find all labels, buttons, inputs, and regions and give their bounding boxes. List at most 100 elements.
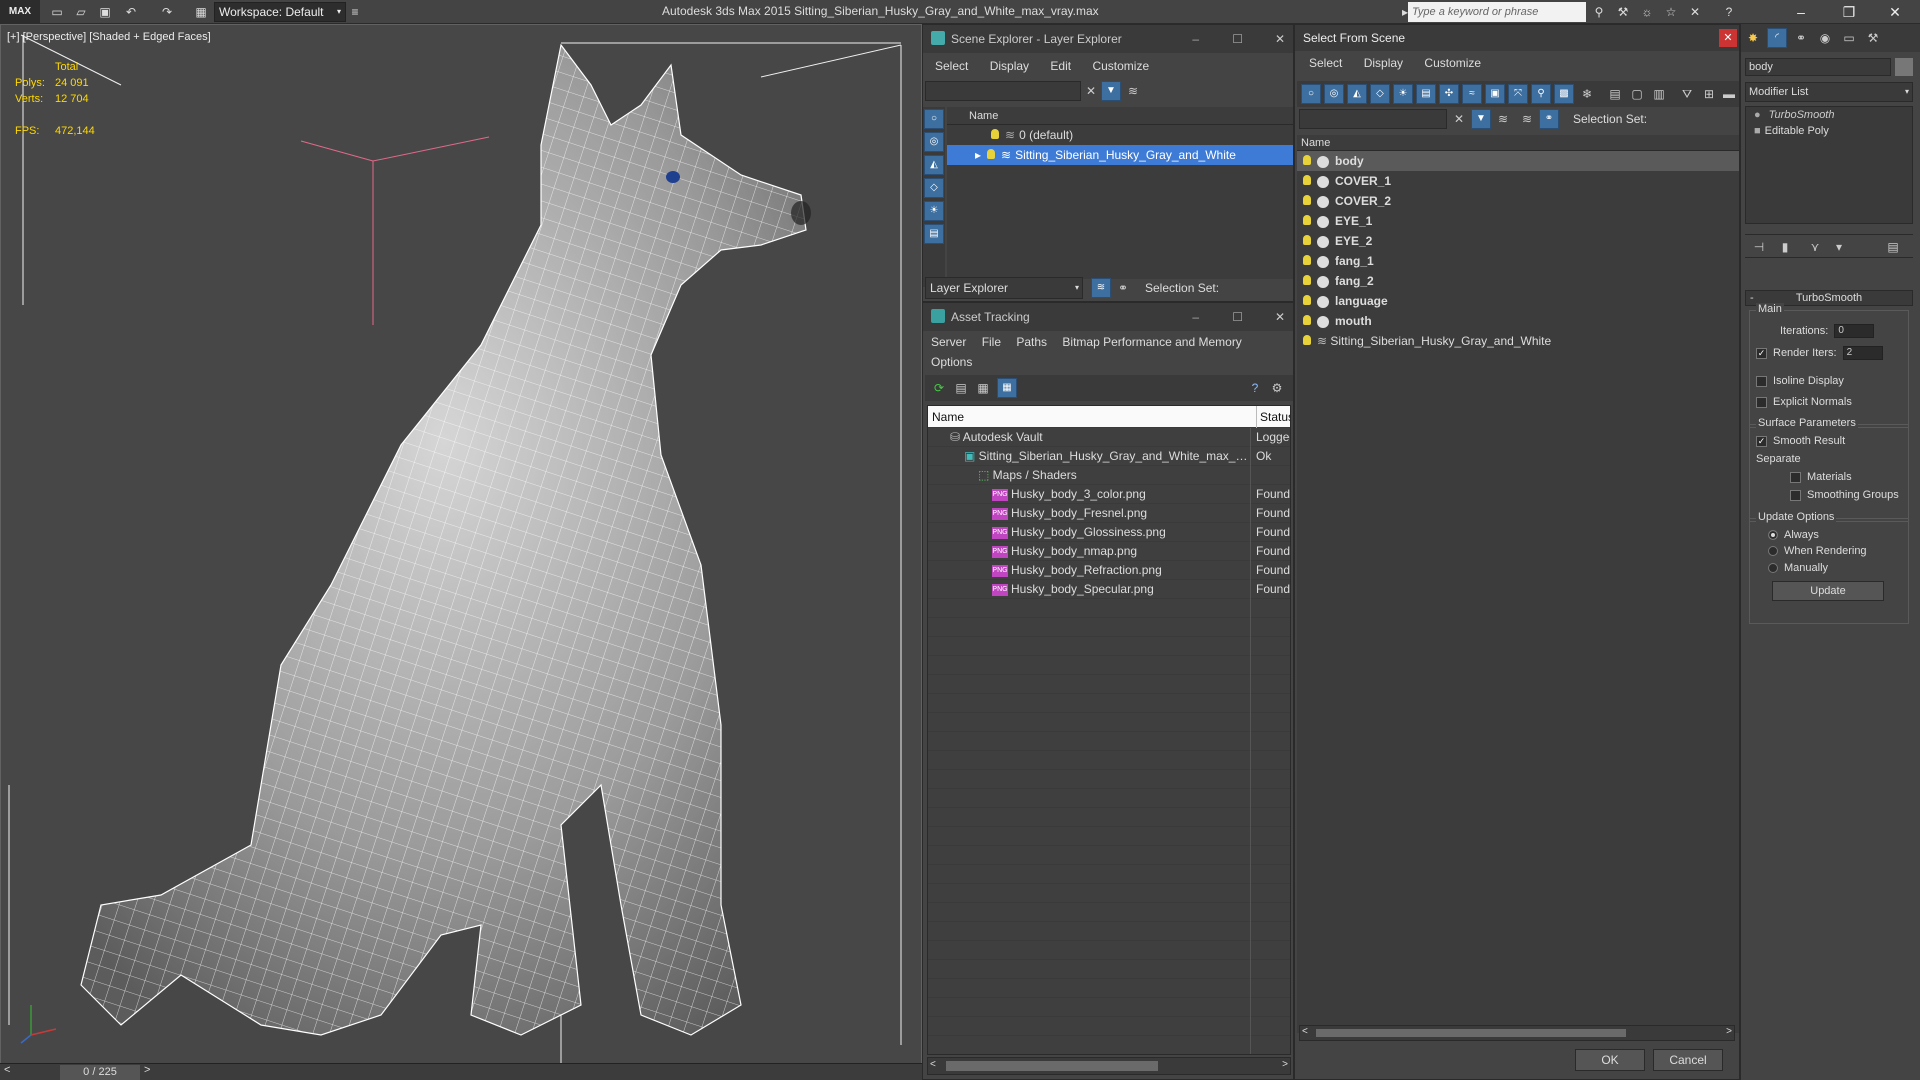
husky-mesh[interactable] (80, 43, 811, 1036)
filter-icon[interactable]: ▼ (1471, 109, 1491, 129)
col-name-header[interactable]: Name (928, 406, 1252, 428)
show-end-result-icon[interactable]: ▮ (1775, 237, 1795, 257)
asset-row[interactable]: PNG Husky_body_Fresnel.png Found (928, 504, 1290, 523)
display-groups-icon[interactable]: ▣ (1485, 84, 1505, 104)
remove-modifier-icon[interactable]: ▾ (1829, 237, 1849, 257)
always-radio[interactable] (1768, 530, 1778, 541)
smooth-result-checkbox[interactable]: ✓ (1756, 435, 1767, 447)
asset-row[interactable]: PNG Husky_body_3_color.png Found (928, 485, 1290, 504)
display-all-icon[interactable]: ◎ (1324, 84, 1344, 104)
asset-row[interactable]: PNG Husky_body_Specular.png Found (928, 580, 1290, 599)
display-geometry-icon[interactable]: ◭ (1347, 84, 1367, 104)
menu-select[interactable]: Select (935, 59, 968, 73)
visibility-bulb-icon[interactable] (1303, 215, 1311, 225)
object-row[interactable]: body (1297, 151, 1739, 171)
save-file-icon[interactable]: ▣ (96, 3, 114, 21)
display-frozen-icon[interactable]: ❄ (1577, 84, 1597, 104)
subscription-icon[interactable]: ⚒ (1614, 3, 1632, 21)
scroll-left-icon[interactable]: < (1302, 1026, 1308, 1037)
hierarchy-icon[interactable]: ⚭ (1113, 278, 1133, 298)
object-row[interactable]: EYE_1 (1297, 211, 1739, 231)
materials-row[interactable]: Materials (1790, 467, 1852, 487)
minimize-icon[interactable]: – (1192, 303, 1199, 331)
bulb-icon[interactable]: ● (1754, 109, 1761, 121)
configure-sets-icon[interactable]: ▤ (1883, 237, 1903, 257)
layer-column-name[interactable]: Name (947, 107, 1293, 125)
asset-row[interactable]: PNG Husky_body_Glossiness.png Found (928, 523, 1290, 542)
menu-edit[interactable]: Edit (1050, 59, 1071, 73)
hierarchy-filter-icon[interactable]: ⊞ (1699, 84, 1719, 104)
layer-row-default[interactable]: ≋ 0 (default) (947, 125, 1293, 145)
col-status-header[interactable]: Status (1256, 406, 1290, 428)
display-cameras-icon[interactable]: ▤ (1416, 84, 1436, 104)
exchange-icon[interactable]: ✕ (1686, 3, 1704, 21)
frame-counter[interactable]: 0 / 225 (60, 1065, 140, 1080)
object-column-name[interactable]: Name (1297, 135, 1739, 151)
help-icon[interactable]: ? (1720, 3, 1738, 21)
render-iters-checkbox[interactable]: ✓ (1756, 347, 1767, 359)
menu-display[interactable]: Display (1364, 56, 1403, 70)
object-row[interactable]: fang_1 (1297, 251, 1739, 271)
scroll-left-icon[interactable]: < (930, 1059, 936, 1070)
explicit-normals-checkbox[interactable] (1756, 396, 1767, 408)
menu-customize[interactable]: Customize (1092, 59, 1149, 73)
visibility-bulb-icon[interactable] (1303, 335, 1311, 345)
filter-icon[interactable]: ▼ (1101, 81, 1121, 101)
maximize-icon[interactable]: ☐ (1232, 303, 1243, 331)
new-file-icon[interactable]: ▭ (48, 3, 66, 21)
menu-customize[interactable]: Customize (1424, 56, 1481, 70)
display-cameras-icon[interactable]: ▤ (924, 224, 944, 244)
visibility-bulb-icon[interactable] (1303, 255, 1311, 265)
visibility-bulb-icon[interactable] (987, 149, 996, 159)
object-row[interactable]: fang_2 (1297, 271, 1739, 291)
restore-button[interactable]: ❐ (1826, 0, 1872, 24)
display-lights-icon[interactable]: ☀ (924, 201, 944, 221)
select-invert-icon[interactable]: ▥ (1649, 84, 1669, 104)
display-none-icon[interactable]: ○ (924, 109, 944, 129)
expand-arrow-icon[interactable]: ▸ (975, 148, 981, 162)
scroll-right-icon[interactable]: > (1282, 1059, 1288, 1070)
select-all-icon[interactable]: ▤ (1605, 84, 1625, 104)
select-from-scene-titlebar[interactable]: Select From Scene ✕ (1295, 25, 1739, 51)
update-button[interactable]: Update (1772, 581, 1884, 601)
close-icon[interactable]: ✕ (1275, 303, 1285, 331)
sfs-hscrollbar[interactable]: < > (1299, 1025, 1735, 1041)
utilities-tab-icon[interactable]: ⚒ (1863, 28, 1883, 48)
layer-filter-icon[interactable]: ≋ (1123, 81, 1143, 101)
visibility-bulb-icon[interactable] (1303, 155, 1311, 165)
search-input[interactable]: Type a keyword or phrase (1408, 2, 1586, 22)
display-tab-icon[interactable]: ▭ (1839, 28, 1859, 48)
display-warps-icon[interactable]: ≈ (1462, 84, 1482, 104)
asset-row[interactable]: ⬚ Maps / Shaders (928, 466, 1290, 485)
display-geometry-icon[interactable]: ◭ (924, 155, 944, 175)
make-unique-icon[interactable]: ⋎ (1805, 237, 1825, 257)
filter-options-icon[interactable]: ⛛ (1677, 84, 1697, 104)
table-view-icon[interactable]: ▦ (997, 378, 1017, 398)
open-file-icon[interactable]: ▱ (72, 3, 90, 21)
modifier-list-dropdown[interactable]: Modifier List ▾ (1745, 82, 1913, 102)
layer-filter-icon[interactable]: ≋ (1493, 109, 1513, 129)
display-shapes-icon[interactable]: ◇ (1370, 84, 1390, 104)
binoculars-icon[interactable]: ⚲ (1590, 3, 1608, 21)
perspective-viewport[interactable]: [+] [Perspective] [Shaded + Edged Faces]… (0, 24, 922, 1064)
visibility-bulb-icon[interactable] (1303, 235, 1311, 245)
menu-file[interactable]: File (982, 335, 1001, 349)
visibility-bulb-icon[interactable] (1303, 195, 1311, 205)
display-xrefs-icon[interactable]: ⤧ (1508, 84, 1528, 104)
refresh-icon[interactable]: ⟳ (929, 378, 949, 398)
thumbnail-view-icon[interactable]: ▦ (973, 378, 993, 398)
display-helpers-icon[interactable]: ✣ (1439, 84, 1459, 104)
close-icon[interactable]: ✕ (1719, 29, 1737, 47)
menu-bitmap-performance[interactable]: Bitmap Performance and Memory (1062, 335, 1241, 349)
visibility-bulb-icon[interactable] (1303, 275, 1311, 285)
clear-search-icon[interactable]: ✕ (1449, 109, 1469, 129)
isoline-row[interactable]: Isoline Display (1756, 371, 1844, 391)
app-logo[interactable]: MAX (0, 0, 40, 24)
sfs-search-input[interactable] (1299, 109, 1447, 129)
menu-select[interactable]: Select (1309, 56, 1342, 70)
object-row[interactable]: ≋ Sitting_Siberian_Husky_Gray_and_White (1297, 331, 1739, 351)
display-shapes-icon[interactable]: ◇ (924, 178, 944, 198)
display-containers-icon[interactable]: ▩ (1554, 84, 1574, 104)
expand-icon[interactable]: ■ (1754, 125, 1761, 137)
scene-explorer-search[interactable] (925, 81, 1081, 101)
